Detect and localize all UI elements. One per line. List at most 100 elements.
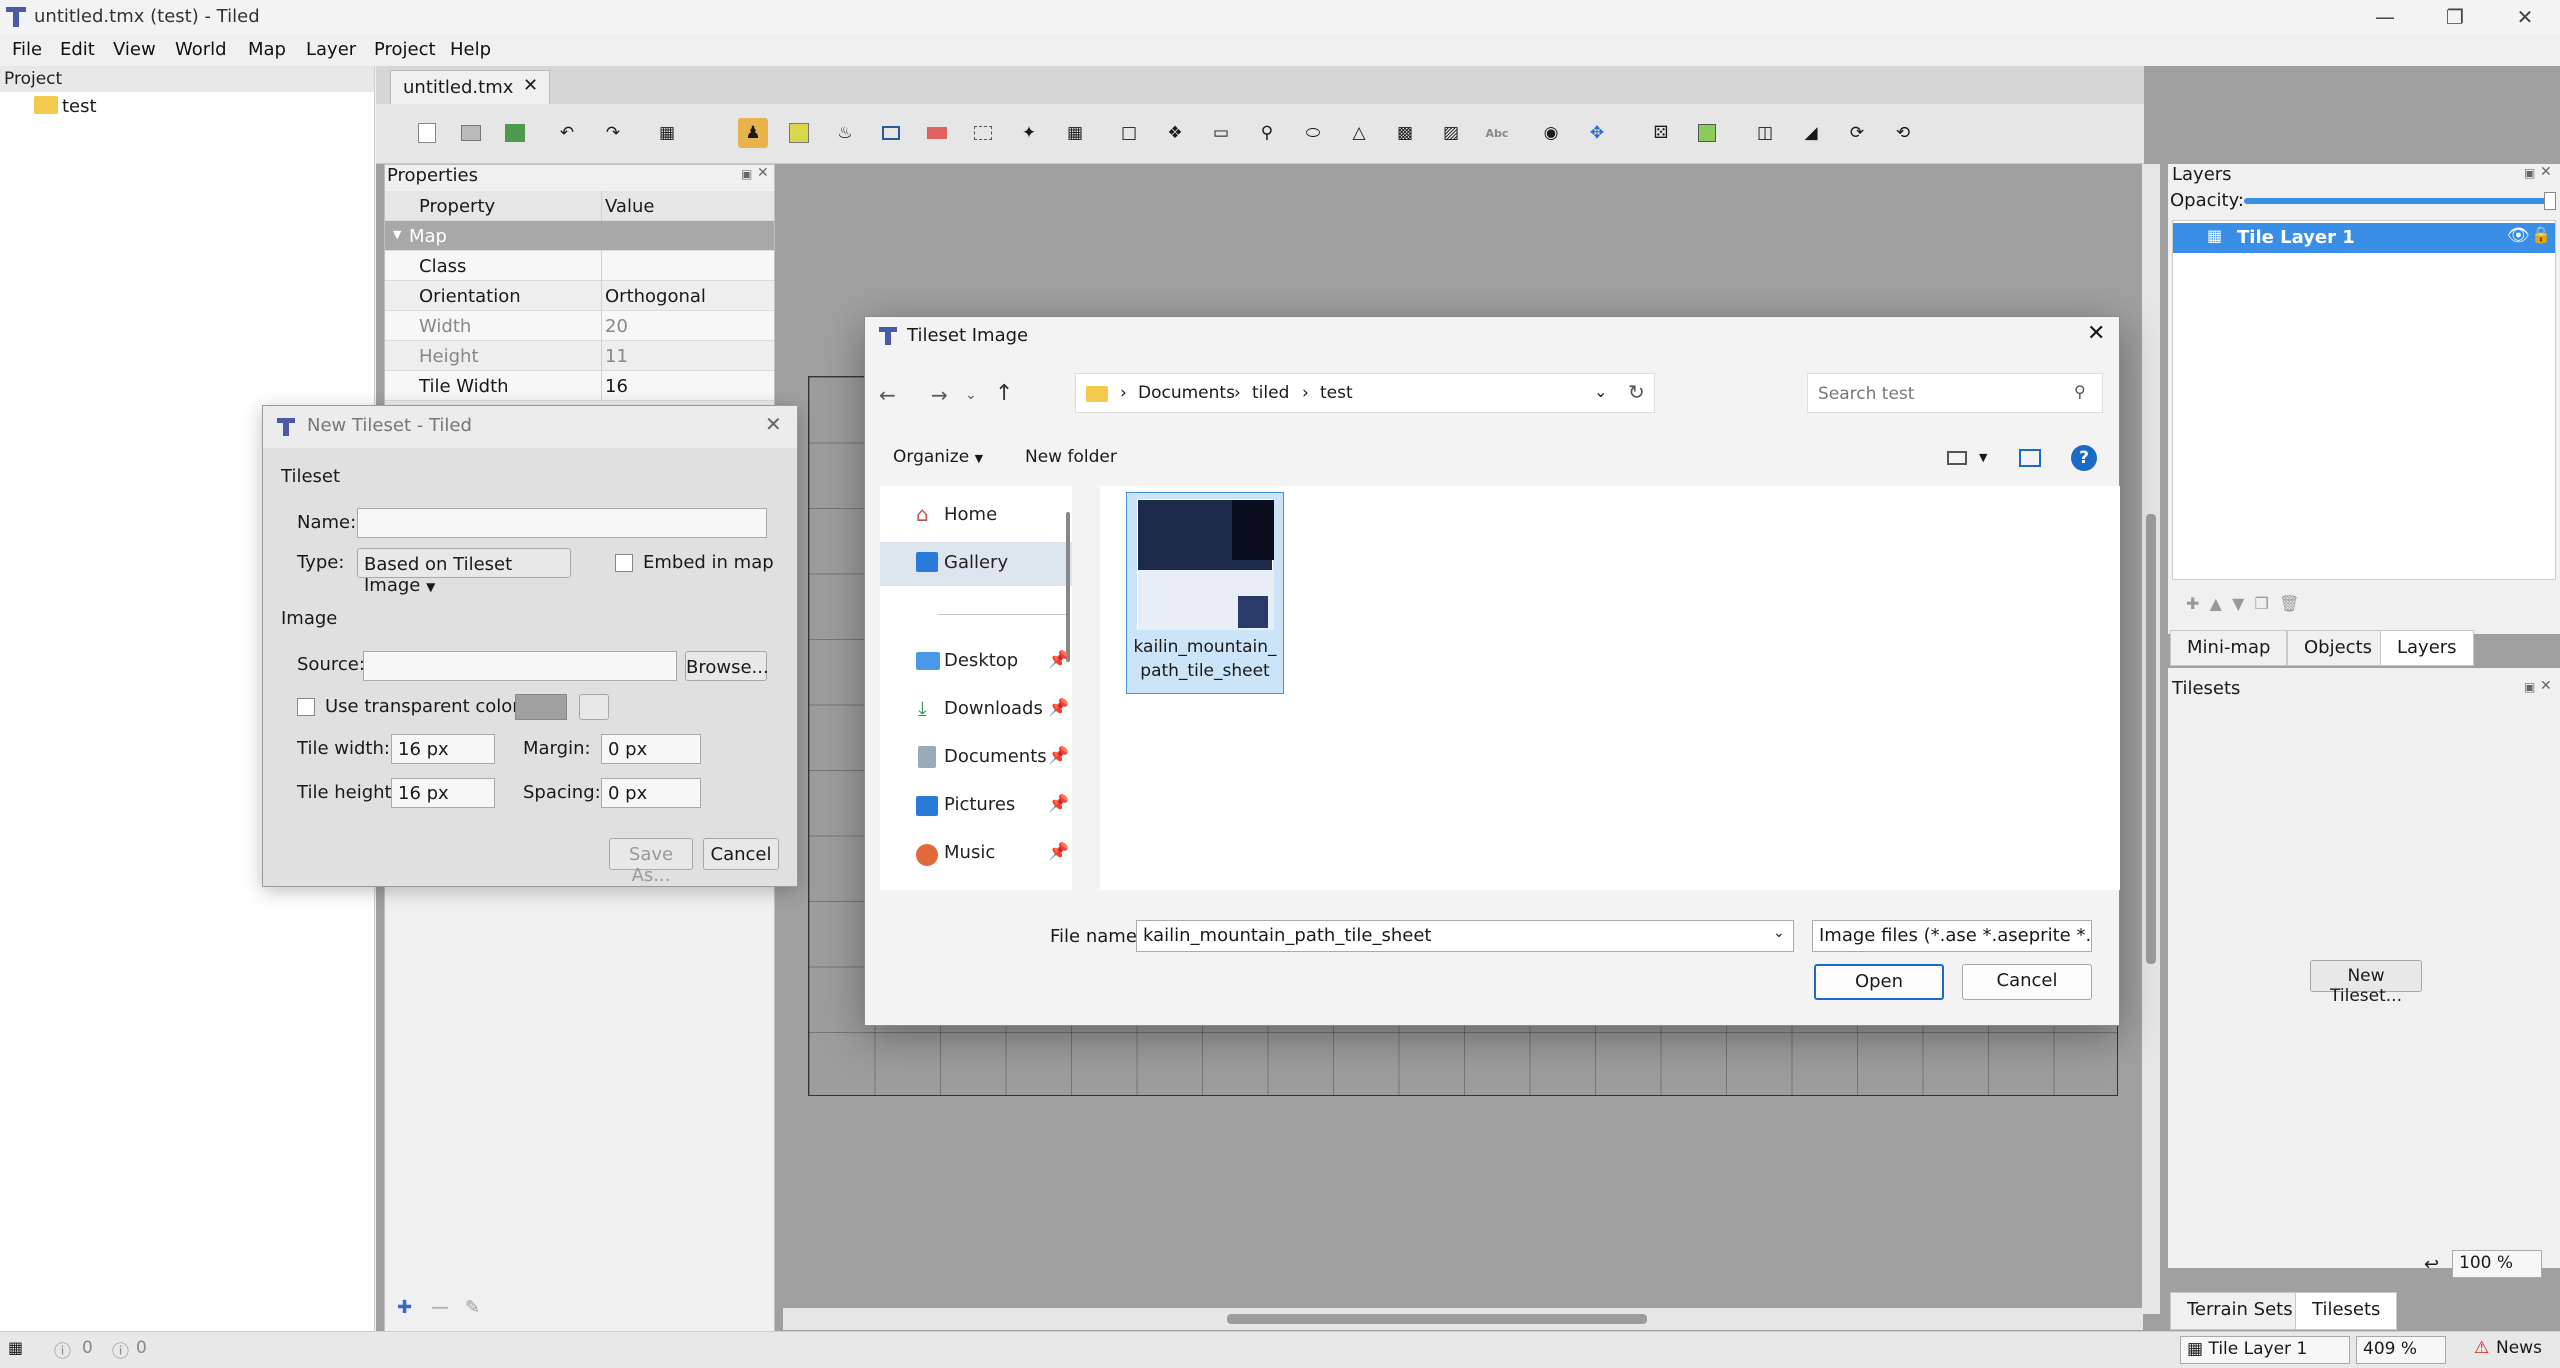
menu-map[interactable]: Map: [248, 39, 286, 60]
new-folder-button[interactable]: New folder: [1025, 447, 1117, 467]
panel-close-icon[interactable]: ✕: [2540, 678, 2552, 694]
rotate-left-icon[interactable]: ⟳: [1842, 118, 1872, 148]
error-icon[interactable]: ⓘ: [112, 1337, 129, 1362]
new-tileset-button[interactable]: New Tileset...: [2310, 960, 2422, 1006]
color-picker-button[interactable]: [579, 694, 609, 720]
insert-rectangle-icon[interactable]: ▭: [1206, 118, 1236, 148]
wrap-icon[interactable]: ↩: [2424, 1254, 2439, 1275]
preview-pane-icon[interactable]: [2019, 449, 2041, 467]
prop-row-tile-width[interactable]: Tile Width 16: [385, 371, 774, 401]
pin-icon[interactable]: 📌: [1048, 746, 1069, 766]
lock-icon[interactable]: 🔒: [2531, 225, 2551, 244]
horizontal-scrollbar[interactable]: [783, 1308, 2143, 1330]
delete-layer-icon[interactable]: 🗑: [2279, 594, 2299, 613]
browse-button[interactable]: Browse...: [685, 651, 769, 681]
insert-template-icon[interactable]: ▨: [1436, 118, 1466, 148]
tab-tilesets[interactable]: Tilesets: [2295, 1292, 2398, 1330]
menu-edit[interactable]: Edit: [60, 39, 95, 60]
prop-row-width[interactable]: Width 20: [385, 311, 774, 341]
stamp-tool-options-icon[interactable]: ▦: [652, 118, 682, 148]
prop-row-height[interactable]: Height 11: [385, 341, 774, 371]
remove-property-icon[interactable]: —: [431, 1297, 449, 1318]
menu-help[interactable]: Help: [450, 39, 491, 60]
dialog-close-icon[interactable]: ✕: [2087, 321, 2105, 346]
horizontal-scroll-thumb[interactable]: [1227, 1314, 1647, 1324]
save-file-icon[interactable]: [500, 118, 530, 148]
new-layer-icon[interactable]: ✚: [2186, 594, 2199, 613]
random-mode-icon[interactable]: ⚄: [1646, 118, 1676, 148]
select-objects-icon[interactable]: □: [1114, 118, 1144, 148]
edit-polygons-icon[interactable]: ❖: [1160, 118, 1190, 148]
news-icon[interactable]: ⚠: [2474, 1338, 2489, 1358]
prop-row-class[interactable]: Class: [385, 251, 774, 281]
file-type-select[interactable]: Image files (*.ase *.aseprite *.bn: [1812, 920, 2092, 952]
nav-home[interactable]: Home: [944, 504, 997, 525]
panel-close-icon[interactable]: ✕: [757, 165, 769, 181]
forward-icon[interactable]: →: [931, 383, 948, 407]
margin-spinbox[interactable]: 0 px: [601, 734, 701, 764]
wang-fill-icon[interactable]: [1692, 118, 1722, 148]
up-folder-icon[interactable]: ↑: [995, 381, 1013, 406]
stamp-brush-icon[interactable]: ♟: [738, 118, 768, 148]
news-label[interactable]: News: [2496, 1338, 2542, 1358]
move-world-icon[interactable]: ✥: [1582, 118, 1612, 148]
back-icon[interactable]: ←: [879, 383, 896, 407]
duplicate-layer-icon[interactable]: ❐: [2255, 594, 2269, 613]
nav-downloads[interactable]: Downloads: [944, 698, 1043, 719]
tile-width-spinbox[interactable]: 16 px: [391, 734, 495, 764]
zoom-select[interactable]: 409 %: [2356, 1336, 2446, 1364]
refresh-icon[interactable]: ↻: [1628, 380, 1645, 404]
new-tileset-cancel-button[interactable]: Cancel: [703, 838, 779, 870]
rename-property-icon[interactable]: ✎: [465, 1297, 480, 1318]
pin-icon[interactable]: 📌: [1048, 794, 1069, 814]
eraser-icon[interactable]: [922, 118, 952, 148]
collapse-arrow-icon[interactable]: ▼: [393, 228, 401, 241]
transparent-color-checkbox[interactable]: [297, 698, 315, 716]
breadcrumb-tiled[interactable]: tiled: [1252, 383, 1289, 403]
current-layer-select[interactable]: ▦ Tile Layer 1: [2180, 1336, 2350, 1364]
prop-row-orientation[interactable]: Orientation Orthogonal: [385, 281, 774, 311]
file-name-input[interactable]: kailin_mountain_path_tile_sheet ⌄: [1136, 920, 1794, 952]
nav-scrollbar[interactable]: [1066, 512, 1070, 662]
insert-polygon-icon[interactable]: △: [1344, 118, 1374, 148]
opacity-slider-handle[interactable]: [2544, 192, 2556, 210]
add-property-icon[interactable]: ✚: [397, 1297, 412, 1318]
rotate-right-icon[interactable]: ⟲: [1888, 118, 1918, 148]
console-icon[interactable]: ▦: [8, 1338, 23, 1357]
source-input[interactable]: [363, 651, 677, 681]
insert-tile-icon[interactable]: ▩: [1390, 118, 1420, 148]
address-dropdown-icon[interactable]: ⌄: [1594, 382, 1607, 401]
open-button[interactable]: Open: [1814, 964, 1944, 1000]
menu-view[interactable]: View: [113, 39, 156, 60]
restore-button[interactable]: ❐: [2420, 0, 2490, 34]
undo-icon[interactable]: ↶: [552, 118, 582, 148]
insert-point-icon[interactable]: ⚲: [1252, 118, 1282, 148]
layer-row-tile-layer-1[interactable]: ▦ Tile Layer 1 👁 🔒: [2173, 223, 2555, 253]
view-dropdown-icon[interactable]: ▼: [1979, 451, 1987, 464]
breadcrumb-test[interactable]: test: [1320, 383, 1353, 403]
flip-vertical-icon[interactable]: ◢: [1796, 118, 1826, 148]
nav-music[interactable]: Music: [944, 842, 995, 863]
select-same-tile-icon[interactable]: ▦: [1060, 118, 1090, 148]
insert-ellipse-icon[interactable]: ⬭: [1298, 118, 1328, 148]
panel-float-icon[interactable]: ▣: [741, 167, 752, 181]
transparent-color-swatch[interactable]: [515, 694, 567, 720]
search-box[interactable]: Search test ⚲: [1807, 373, 2103, 413]
embed-in-map-checkbox[interactable]: [615, 554, 633, 572]
file-dialog-cancel-button[interactable]: Cancel: [1962, 964, 2092, 1000]
vertical-scroll-thumb[interactable]: [2146, 514, 2156, 964]
visibility-eye-icon[interactable]: 👁: [2507, 225, 2530, 246]
new-file-icon[interactable]: [412, 118, 442, 148]
nav-documents[interactable]: Documents: [944, 746, 1047, 767]
spacing-spinbox[interactable]: 0 px: [601, 778, 701, 808]
type-select[interactable]: Based on Tileset Image ▼: [357, 548, 571, 596]
panel-float-icon[interactable]: ▣: [2524, 166, 2535, 180]
redo-icon[interactable]: ↷: [598, 118, 628, 148]
nav-pictures[interactable]: Pictures: [944, 794, 1015, 815]
magic-wand-icon[interactable]: ✦: [1014, 118, 1044, 148]
save-as-button[interactable]: Save As...: [609, 838, 693, 886]
open-file-icon[interactable]: [456, 118, 486, 148]
bucket-fill-icon[interactable]: ♨: [830, 118, 860, 148]
pin-icon[interactable]: 📌: [1048, 842, 1069, 862]
breadcrumb-documents[interactable]: Documents: [1138, 383, 1235, 403]
